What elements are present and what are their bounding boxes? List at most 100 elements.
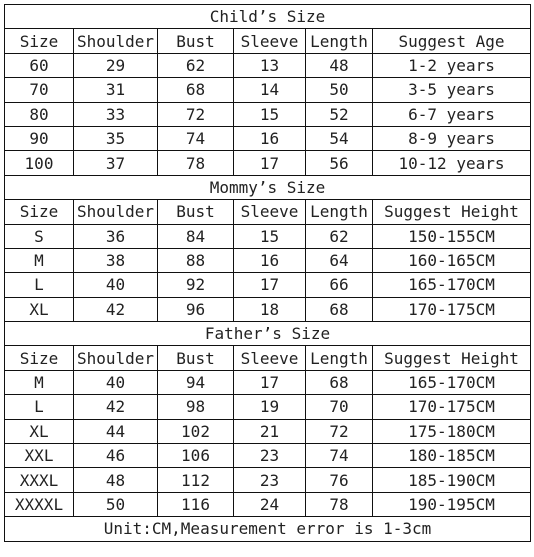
column-header: Sleeve	[233, 345, 306, 371]
table-cell: 16	[233, 125, 306, 152]
table-cell: XL	[4, 296, 74, 323]
column-header: Size	[4, 345, 74, 371]
column-header: Shoulder	[73, 345, 158, 371]
table-cell: 48	[305, 52, 373, 79]
table-cell: 6-7 years	[372, 101, 531, 127]
table-row: 90 35 74 16 54 8-9 years	[4, 125, 531, 152]
table-row: M 38 88 16 64 160-165CM	[4, 247, 531, 274]
table-row: XXXXL 50 116 24 78 190-195CM	[4, 491, 531, 518]
table-cell: 100	[4, 150, 74, 176]
table-cell: 112	[157, 467, 234, 493]
table-cell: 185-190CM	[372, 467, 531, 493]
table-cell: 80	[4, 101, 74, 127]
table-cell: 42	[73, 296, 158, 323]
footer-row: Unit:CM,Measurement error is 1-3cm	[4, 516, 531, 542]
column-header: Sleeve	[233, 199, 306, 225]
header-row: Size Shoulder Bust Sleeve Length Suggest Heig…	[4, 199, 531, 225]
section-title: Mommy’s Size	[4, 174, 531, 201]
table-cell: 116	[157, 491, 234, 518]
header-row: Size Shoulder Bust Sleeve Length Suggest Age	[4, 28, 531, 54]
table-cell: 19	[233, 394, 306, 420]
table-cell: 16	[233, 247, 306, 274]
table-cell: 150-155CM	[372, 223, 531, 249]
table-cell: 23	[233, 467, 306, 493]
table-cell: 98	[157, 394, 234, 420]
table-cell: XXXXL	[4, 491, 74, 518]
table-cell: 14	[233, 77, 306, 103]
table-cell: 175-180CM	[372, 418, 531, 445]
table-cell: 21	[233, 418, 306, 445]
table-cell: 60	[4, 52, 74, 79]
table-cell: 54	[305, 125, 373, 152]
table-cell: 78	[157, 150, 234, 176]
table-cell: 23	[233, 443, 306, 469]
table-cell: 68	[305, 296, 373, 323]
table-cell: 90	[4, 125, 74, 152]
table-cell: 8-9 years	[372, 125, 531, 152]
table-cell: 50	[305, 77, 373, 103]
table-row: XXL 46 106 23 74 180-185CM	[4, 443, 531, 469]
table-cell: 24	[233, 491, 306, 518]
table-cell: 17	[233, 150, 306, 176]
table-row: L 42 98 19 70 170-175CM	[4, 394, 531, 420]
table-cell: L	[4, 394, 74, 420]
table-cell: 62	[305, 223, 373, 249]
table-cell: 10-12 years	[372, 150, 531, 176]
table-cell: 66	[305, 272, 373, 298]
table-cell: 64	[305, 247, 373, 274]
table-cell: 37	[73, 150, 158, 176]
table-row: L 40 92 17 66 165-170CM	[4, 272, 531, 298]
table-cell: 170-175CM	[372, 296, 531, 323]
table-row: 70 31 68 14 50 3-5 years	[4, 77, 531, 103]
column-header: Length	[305, 28, 373, 54]
table-cell: 170-175CM	[372, 394, 531, 420]
table-row: S 36 84 15 62 150-155CM	[4, 223, 531, 249]
table-row: 100 37 78 17 56 10-12 years	[4, 150, 531, 176]
table-cell: XXL	[4, 443, 74, 469]
table-cell: M	[4, 369, 74, 396]
table-cell: 17	[233, 272, 306, 298]
footer-note: Unit:CM,Measurement error is 1-3cm	[4, 516, 531, 542]
table-cell: 84	[157, 223, 234, 249]
table-cell: 46	[73, 443, 158, 469]
table-cell: 40	[73, 272, 158, 298]
table-cell: 3-5 years	[372, 77, 531, 103]
section-title: Father’s Size	[4, 321, 531, 347]
table-cell: 70	[305, 394, 373, 420]
table-cell: 18	[233, 296, 306, 323]
table-cell: 35	[73, 125, 158, 152]
column-header: Suggest Height	[372, 345, 531, 371]
table-cell: 62	[157, 52, 234, 79]
table-cell: 72	[305, 418, 373, 445]
size-chart-table: Child’s Size Size Shoulder Bust Sleeve Length…	[4, 3, 531, 542]
column-header: Size	[4, 199, 74, 225]
table-cell: XXXL	[4, 467, 74, 493]
table-cell: 48	[73, 467, 158, 493]
table-row: 60 29 62 13 48 1-2 years	[4, 52, 531, 79]
table-cell: 160-165CM	[372, 247, 531, 274]
table-cell: 74	[157, 125, 234, 152]
table-cell: 68	[157, 77, 234, 103]
column-header: Bust	[157, 199, 234, 225]
table-cell: 190-195CM	[372, 491, 531, 518]
column-header: Suggest Age	[372, 28, 531, 54]
table-cell: 33	[73, 101, 158, 127]
table-row: 80 33 72 15 52 6-7 years	[4, 101, 531, 127]
header-row: Size Shoulder Bust Sleeve Length Suggest Heig…	[4, 345, 531, 371]
table-cell: 180-185CM	[372, 443, 531, 469]
table-cell: 96	[157, 296, 234, 323]
table-cell: 52	[305, 101, 373, 127]
table-cell: 72	[157, 101, 234, 127]
table-cell: 94	[157, 369, 234, 396]
column-header: Length	[305, 345, 373, 371]
table-cell: 78	[305, 491, 373, 518]
table-cell: 74	[305, 443, 373, 469]
table-cell: 31	[73, 77, 158, 103]
table-cell: 76	[305, 467, 373, 493]
table-cell: M	[4, 247, 74, 274]
table-cell: 102	[157, 418, 234, 445]
table-cell: 56	[305, 150, 373, 176]
table-cell: 68	[305, 369, 373, 396]
section-title-row: Father’s Size	[4, 321, 531, 347]
table-cell: S	[4, 223, 74, 249]
